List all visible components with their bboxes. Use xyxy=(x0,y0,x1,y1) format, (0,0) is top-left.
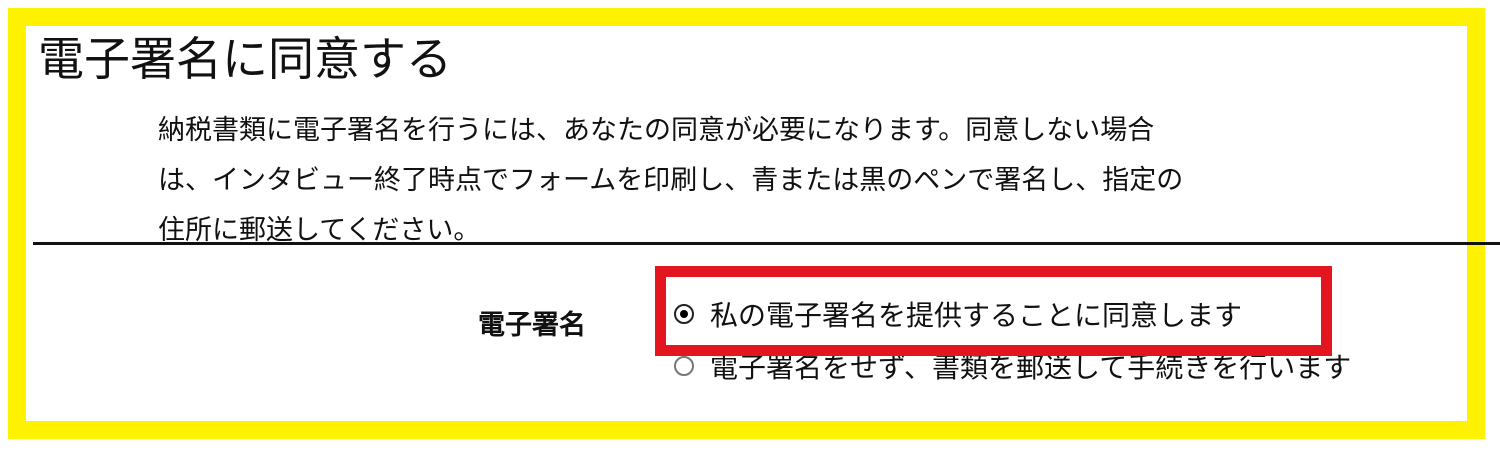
description-line: は、インタビュー終了時点でフォームを印刷し、青または黒のペンで署名し、指定の xyxy=(158,165,1184,196)
radio-unselected-icon[interactable] xyxy=(674,356,694,376)
page-title: 電子署名に同意する xyxy=(38,32,452,86)
consent-description: 納税書類に電子署名を行うには、あなたの同意が必要になります。同意しない場合 は、… xyxy=(158,106,1308,256)
description-line: 納税書類に電子署名を行うには、あなたの同意が必要になります。同意しない場合 xyxy=(158,115,1155,146)
highlight-box xyxy=(655,266,1332,356)
description-line: 住所に郵送してください。 xyxy=(158,215,481,246)
section-divider xyxy=(33,242,1500,245)
signature-field-label: 電子署名 xyxy=(478,310,586,341)
